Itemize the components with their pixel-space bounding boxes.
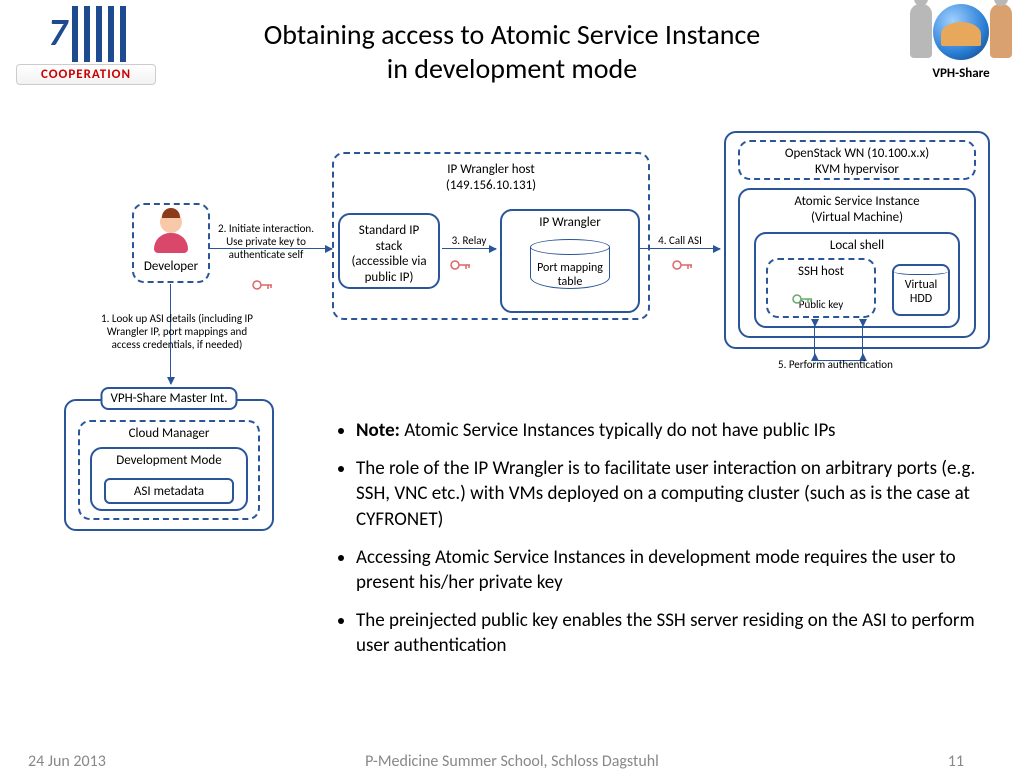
cloud-manager-label: Cloud Manager (80, 422, 258, 446)
step3-label: 3. Relay (444, 234, 494, 247)
ssh-host-box: SSH host Public key (766, 258, 876, 318)
dev-mode-label: Development Mode (92, 449, 246, 473)
virtual-hdd-label: Virtual HDD (894, 274, 948, 311)
key-icon-green (792, 292, 814, 302)
bullet-text: Accessing Atomic Service Instances in de… (356, 546, 956, 595)
openstack-header: OpenStack WN (10.100.x.x) KVM hypervisor (738, 140, 976, 180)
ip-stack-label: Standard IP stack (accessible via public… (344, 219, 434, 289)
master-int-label: VPH-Share Master Int. (100, 387, 237, 410)
bullet-text: Atomic Service Instances typically do no… (400, 419, 836, 442)
developer-box: Developer (132, 203, 210, 283)
bullet-item: The role of the IP Wrangler is to facili… (356, 456, 996, 533)
step4-label: 4. Call ASI (646, 234, 714, 247)
step1-label: 1. Look up ASI details (including IP Wra… (92, 312, 262, 352)
asi-metadata-box: ASI metadata (104, 478, 234, 504)
arrow-step5b (862, 320, 863, 360)
local-shell-label: Local shell (756, 234, 958, 258)
key-icon (450, 258, 472, 268)
bullet-item: Note: Atomic Service Instances typically… (356, 418, 996, 444)
port-mapping-label: Port mapping table (530, 261, 610, 289)
developer-icon (150, 211, 192, 253)
asi-label: Atomic Service Instance (Virtual Machine… (740, 190, 974, 229)
title-line1: Obtaining access to Atomic Service Insta… (264, 17, 760, 52)
footer-center: P-Medicine Summer School, Schloss Dagstu… (0, 752, 1024, 771)
step2-label: 2. Initiate interaction. Use private key… (214, 222, 318, 262)
bullet-bold: Note: (356, 419, 400, 442)
ip-wrangler-label: IP Wrangler (502, 211, 638, 235)
developer-label: Developer (134, 255, 208, 279)
bullet-item: The preinjected public key enables the S… (356, 608, 996, 659)
virtual-hdd-box: Virtual HDD (892, 264, 950, 316)
key-icon (672, 258, 694, 268)
ip-stack-box: Standard IP stack (accessible via public… (338, 213, 440, 289)
bullet-text: The role of the IP Wrangler is to facili… (356, 457, 975, 531)
bullet-text: The preinjected public key enables the S… (356, 609, 975, 658)
arrow-step3 (442, 248, 496, 249)
public-key-label: Public key (768, 298, 874, 311)
ip-wrangler-box: IP Wrangler Port mapping table (500, 209, 640, 313)
step5-label: 5. Perform authentication (778, 358, 958, 371)
title-line2: in development mode (387, 51, 637, 86)
bullet-list: Note: Atomic Service Instances typically… (336, 418, 996, 671)
openstack-label: OpenStack WN (10.100.x.x) KVM hypervisor (740, 142, 974, 181)
bullet-item: Accessing Atomic Service Instances in de… (356, 545, 996, 596)
port-mapping-cylinder: Port mapping table (530, 239, 610, 289)
key-icon (252, 278, 274, 288)
ssh-host-label: SSH host (768, 260, 874, 284)
asi-metadata-label: ASI metadata (106, 480, 232, 504)
arrow-step4 (640, 248, 720, 249)
footer-page: 11 (948, 752, 964, 771)
slide-title: Obtaining access to Atomic Service Insta… (0, 18, 1024, 85)
arrow-step5a (814, 320, 815, 360)
wrangler-host-label: IP Wrangler host (149.156.10.131) (334, 158, 648, 197)
